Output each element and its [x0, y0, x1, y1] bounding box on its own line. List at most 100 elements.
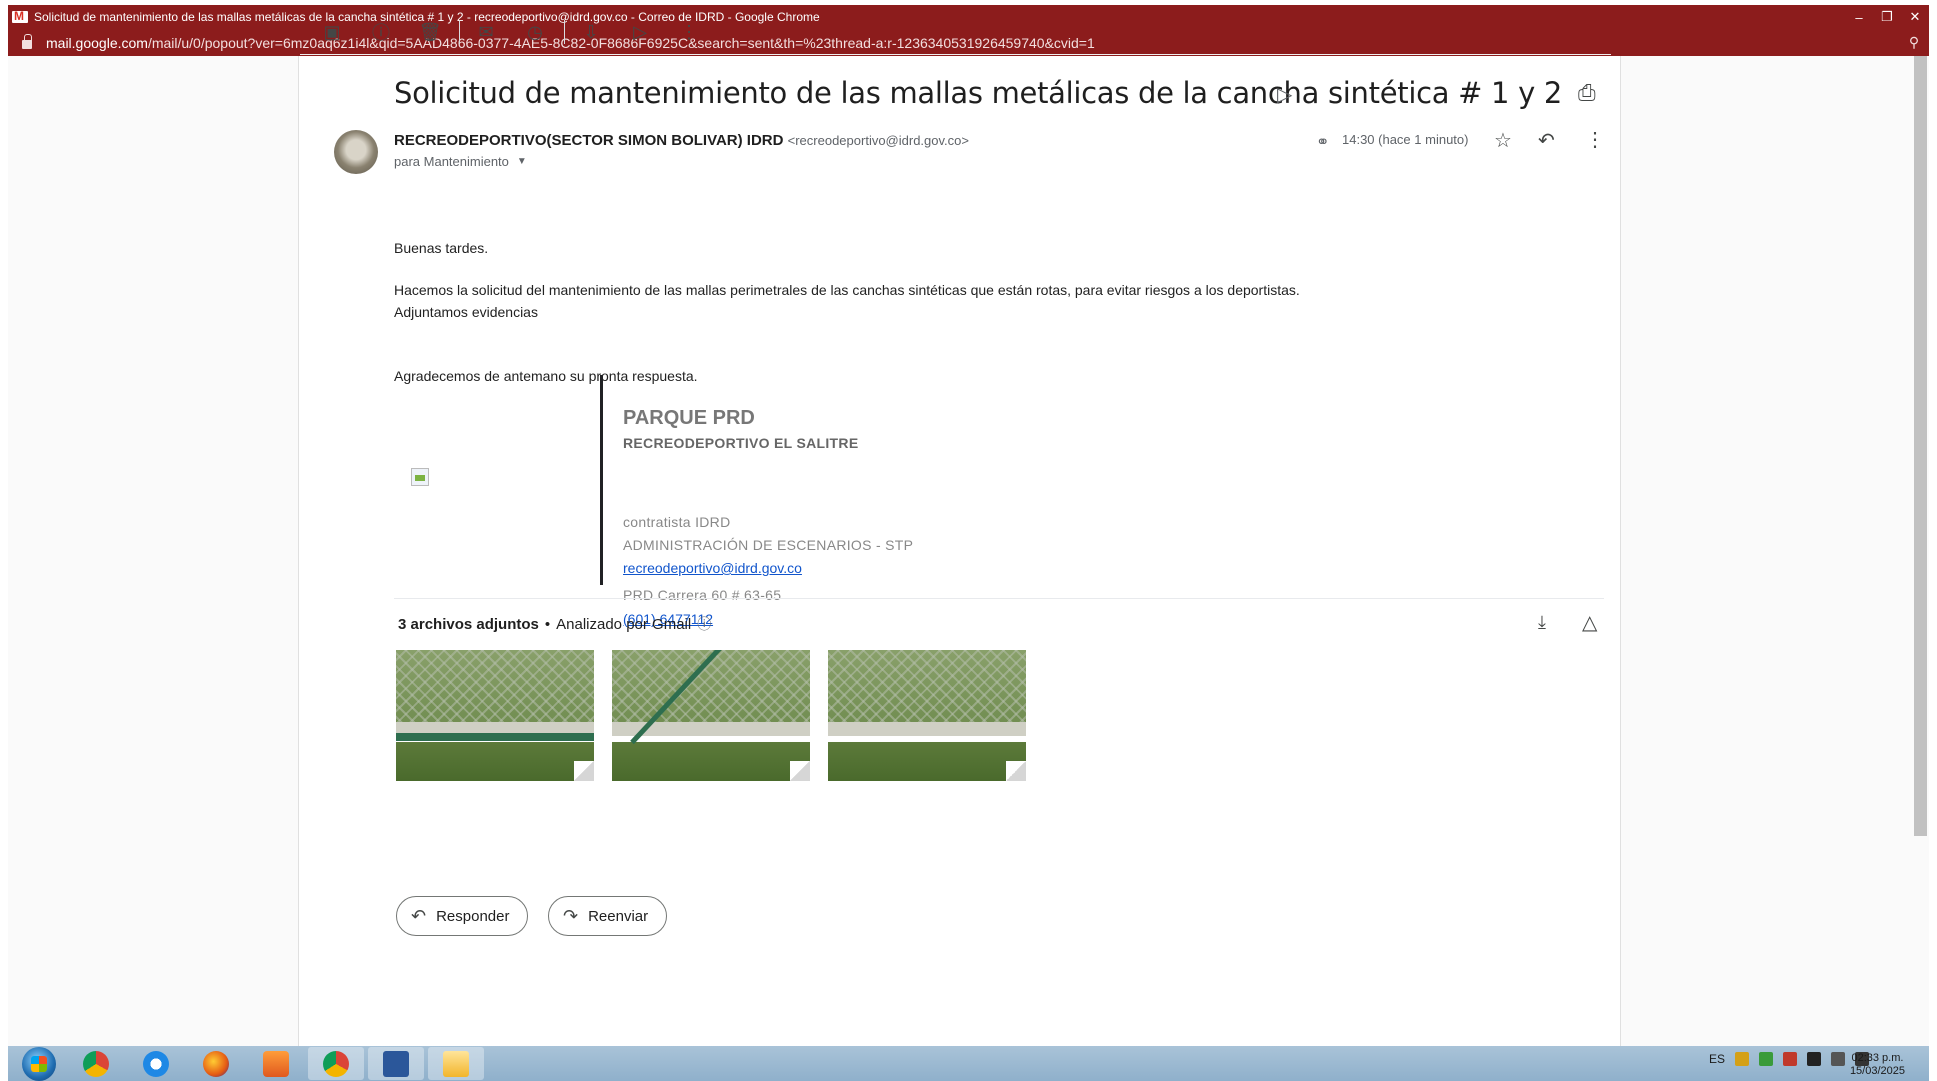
zoom-icon[interactable]: ⚲ — [1899, 34, 1929, 51]
snooze-icon[interactable]: ◷ — [515, 12, 555, 52]
app-tray-icon[interactable] — [1807, 1052, 1821, 1066]
attachments-count: 3 archivos adjuntos — [398, 615, 539, 633]
download-all-icon[interactable]: ⤓ — [1538, 612, 1546, 633]
message-toolbar: ▣ ⓘ 🗑 ✉ ◷ ⇩ ▷ ⋮ — [312, 12, 718, 52]
thumbnail-curb — [828, 722, 1026, 737]
clock-date: 15/03/2025 — [1849, 1065, 1905, 1077]
signature-image-icon — [411, 468, 429, 486]
thumbnail-grass — [828, 741, 1026, 781]
window-titlebar: Solicitud de mantenimiento de las mallas… — [8, 5, 1929, 29]
left-gutter — [8, 56, 299, 1046]
signature-title: PARQUE PRD — [623, 407, 755, 429]
page — [8, 56, 1929, 1046]
message-time: 14:30 (hace 1 minuto) — [1342, 132, 1469, 147]
reply-button[interactable]: ↶ Responder — [396, 896, 529, 936]
attachment-thumbnail[interactable] — [828, 650, 1026, 781]
more-options-icon[interactable]: ⋮ — [1585, 127, 1605, 152]
sender-name[interactable]: RECREODEPORTIVO(SECTOR SIMON BOLIVAR) ID… — [394, 132, 783, 149]
window-title: Solicitud de mantenimiento de las mallas… — [34, 10, 820, 24]
signature-subtitle: RECREODEPORTIVO EL SALITRE — [623, 435, 859, 451]
chrome-taskbar-icon[interactable] — [68, 1047, 124, 1080]
recipient-line[interactable]: para Mantenimiento ▼ — [394, 154, 527, 169]
thumbnail-grass — [612, 741, 810, 781]
word-taskbar-icon[interactable] — [368, 1047, 424, 1080]
sender-line: RECREODEPORTIVO(SECTOR SIMON BOLIVAR) ID… — [394, 132, 969, 149]
thumbnail-fence — [396, 650, 594, 732]
right-gutter — [1620, 56, 1929, 1046]
close-window-button[interactable]: ✕ — [1901, 9, 1929, 25]
email-subject: Solicitud de mantenimiento de las mallas… — [394, 76, 1563, 110]
chrome-active-taskbar-icon[interactable] — [308, 1047, 364, 1080]
reply-icon[interactable]: ↶ — [1538, 128, 1555, 153]
taskbar: ES 02:33 p.m. 15/03/2025 — [8, 1046, 1929, 1081]
avatar[interactable] — [334, 130, 378, 174]
attachment-thumbnail[interactable] — [612, 650, 810, 781]
forward-icon: ↷ — [563, 905, 579, 926]
network-tray-icon[interactable] — [1831, 1052, 1845, 1066]
file-explorer-taskbar-icon[interactable] — [428, 1047, 484, 1080]
attachments-scan-label: Analizado por Gmail — [556, 615, 692, 633]
reply-label: Responder — [436, 907, 510, 925]
delete-icon[interactable]: 🗑 — [410, 12, 450, 52]
signature-role: contratista IDRD — [623, 514, 731, 530]
alert-tray-icon[interactable] — [1783, 1052, 1797, 1066]
toolbar-divider — [459, 20, 460, 44]
attachment-icon: ⚭ — [1316, 134, 1330, 151]
spam-icon[interactable]: ⓘ — [361, 12, 401, 52]
gmail-favicon-icon — [12, 9, 28, 23]
address-bar[interactable]: mail.google.com/mail/u/0/popout?ver=6mz0… — [8, 29, 1929, 56]
restore-button[interactable]: ❐ — [1873, 9, 1901, 25]
clock[interactable]: 02:33 p.m. 15/03/2025 — [1850, 1052, 1905, 1078]
forward-button[interactable]: ↷ Reenviar — [548, 896, 668, 936]
signature-address: PRD Carrera 60 # 63-65 — [623, 587, 782, 603]
antivirus-tray-icon[interactable] — [1759, 1052, 1773, 1066]
url-host: mail.google.com — [46, 34, 148, 51]
signature-divider — [600, 375, 603, 585]
recipient-text: para Mantenimiento — [394, 154, 509, 169]
thumbnail-fence — [612, 650, 810, 732]
label-important-icon[interactable]: ▷ — [1277, 82, 1292, 107]
page-curl-icon — [1006, 761, 1026, 781]
start-button[interactable] — [22, 1046, 56, 1081]
lock-icon — [22, 34, 32, 49]
scrollbar[interactable] — [1914, 56, 1927, 836]
body-greeting: Buenas tardes. — [394, 240, 489, 256]
toolbar-underline — [300, 54, 1611, 55]
internet-explorer-taskbar-icon[interactable] — [128, 1047, 184, 1080]
sender-email: <recreodeportivo@idrd.gov.co> — [787, 133, 969, 148]
page-curl-icon — [574, 761, 594, 781]
star-icon[interactable]: ☆ — [1494, 128, 1512, 153]
attachment-thumbnail[interactable] — [396, 650, 594, 781]
archive-icon[interactable]: ▣ — [312, 12, 352, 52]
labels-icon[interactable]: ▷ — [620, 12, 660, 52]
page-curl-icon — [790, 761, 810, 781]
thumbnail-fence — [828, 650, 1026, 732]
minimize-button[interactable]: – — [1845, 10, 1873, 25]
print-icon[interactable]: ⎙ — [1578, 80, 1596, 106]
thumbnail-rail — [396, 732, 594, 741]
firefox-taskbar-icon[interactable] — [188, 1047, 244, 1080]
body-line: Adjuntamos evidencias — [394, 304, 538, 320]
bullet: • — [544, 615, 551, 633]
body-closing: Agradecemos de antemano su pronta respue… — [394, 368, 698, 384]
toolbar-divider — [564, 20, 565, 44]
mark-unread-icon[interactable]: ✉ — [466, 12, 506, 52]
system-tray: ES — [1709, 1052, 1869, 1066]
clock-time: 02:33 p.m. — [1851, 1052, 1904, 1064]
reply-icon: ↶ — [411, 905, 427, 926]
language-indicator[interactable]: ES — [1709, 1052, 1725, 1066]
thumbnail-grass — [396, 741, 594, 781]
security-tray-icon[interactable] — [1735, 1052, 1749, 1066]
chevron-down-icon[interactable]: ▼ — [517, 156, 527, 167]
media-player-taskbar-icon[interactable] — [248, 1047, 304, 1080]
attachments-divider — [394, 598, 1604, 599]
signature-department: ADMINISTRACIÓN DE ESCENARIOS - STP — [623, 537, 914, 553]
more-vert-icon[interactable]: ⋮ — [669, 12, 709, 52]
signature-email-link[interactable]: recreodeportivo@idrd.gov.co — [623, 560, 802, 576]
add-to-drive-icon[interactable]: △ — [1582, 610, 1597, 635]
info-icon[interactable]: ⓘ — [697, 614, 711, 634]
forward-label: Reenviar — [588, 907, 649, 925]
attachments-header: 3 archivos adjuntos • Analizado por Gmail… — [398, 614, 711, 634]
move-to-icon[interactable]: ⇩ — [571, 12, 611, 52]
body-paragraph: Hacemos la solicitud del mantenimiento d… — [394, 282, 1300, 298]
